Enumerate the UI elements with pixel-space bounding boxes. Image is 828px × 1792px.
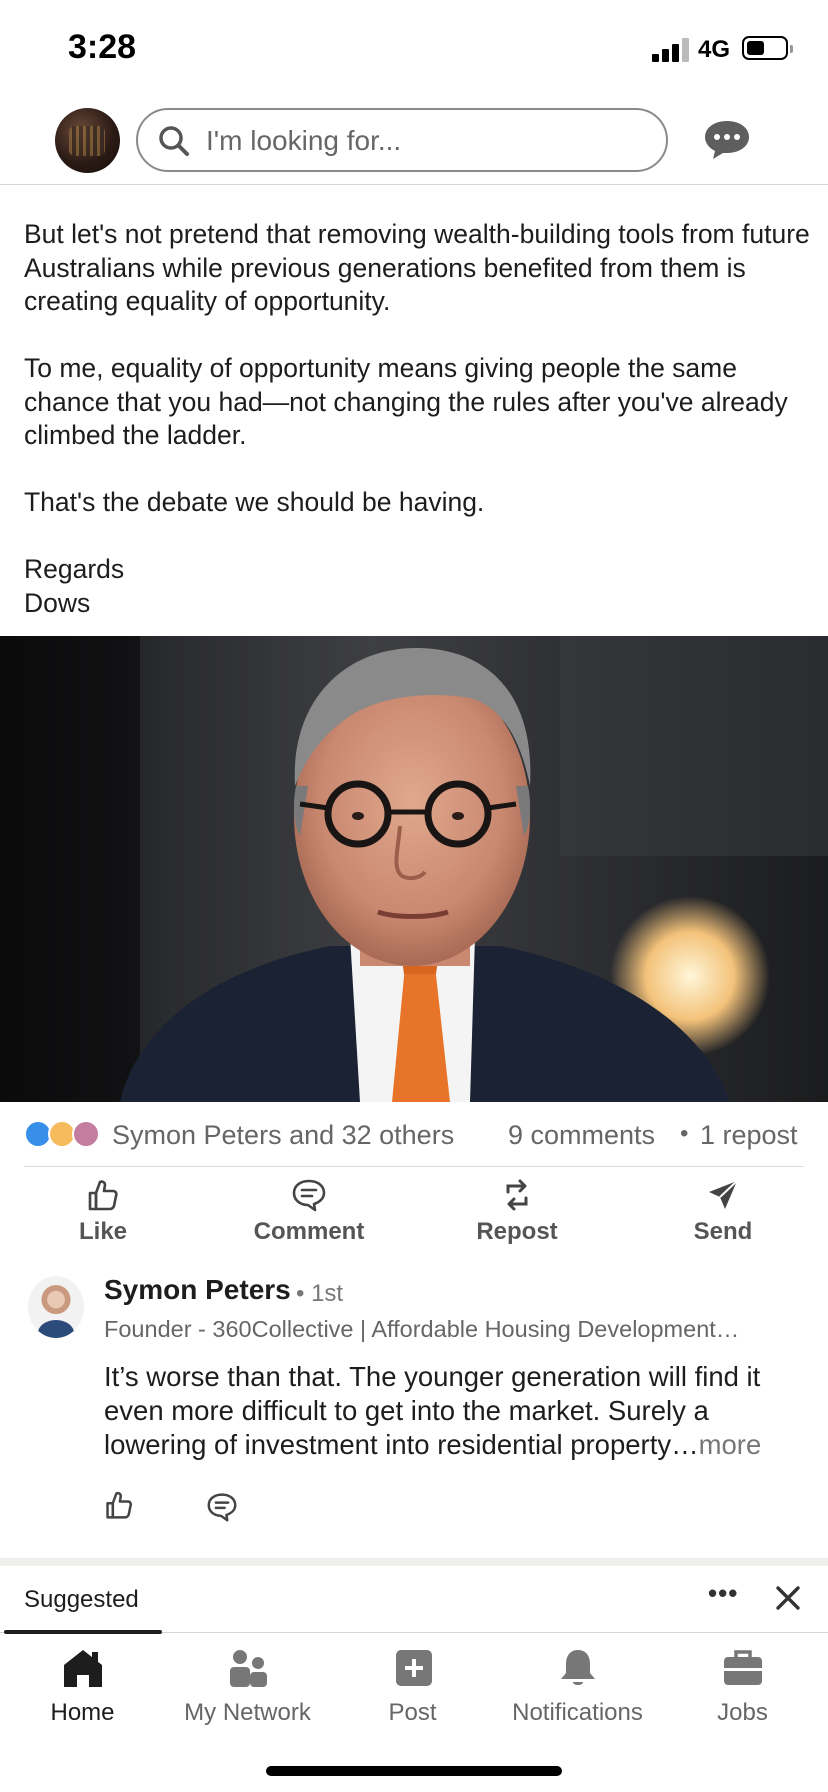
divider xyxy=(24,1166,804,1167)
network-icon xyxy=(229,1650,267,1687)
signal-icon xyxy=(652,38,692,62)
suggested-label: Suggested xyxy=(24,1586,139,1613)
bell-icon xyxy=(560,1650,595,1685)
tab-post[interactable]: Post xyxy=(330,1647,495,1727)
active-tab-indicator xyxy=(4,1630,162,1634)
tab-my-network[interactable]: My Network xyxy=(165,1647,330,1727)
top-bar: I'm looking for... xyxy=(0,100,828,185)
post-body: But let's not pretend that removing weal… xyxy=(24,218,814,620)
feed-separator xyxy=(0,1558,828,1566)
post-signoff: Regards xyxy=(24,554,125,584)
more-options-icon[interactable]: ••• xyxy=(708,1578,738,1609)
post-actions: Like Comment Repost Send xyxy=(0,1172,828,1272)
comment-like-icon[interactable] xyxy=(104,1490,134,1520)
home-icon xyxy=(63,1650,102,1687)
add-post-icon xyxy=(395,1650,432,1686)
counts-separator: • xyxy=(680,1120,689,1147)
network-type: 4G xyxy=(698,36,731,63)
tab-post-label: Post xyxy=(388,1699,437,1726)
commenter-name[interactable]: Symon Peters xyxy=(104,1274,291,1306)
post-signature: Dows xyxy=(24,587,91,618)
comment-button[interactable]: Comment xyxy=(234,1178,384,1246)
reposts-count[interactable]: 1 repost xyxy=(700,1120,798,1151)
social-counts[interactable]: Symon Peters and 32 others 9 comments • … xyxy=(0,1102,828,1166)
send-label: Send xyxy=(693,1218,753,1245)
see-more-link[interactable]: more xyxy=(699,1429,762,1460)
profile-avatar[interactable] xyxy=(55,108,120,173)
support-reaction-icon xyxy=(72,1120,100,1148)
search-icon xyxy=(159,126,189,156)
like-label: Like xyxy=(78,1218,128,1245)
comment-reply-icon[interactable] xyxy=(206,1492,238,1522)
commenter-headline: Founder - 360Collective | Affordable Hou… xyxy=(104,1316,740,1342)
search-placeholder: I'm looking for... xyxy=(206,125,402,156)
search-bar[interactable]: I'm looking for... xyxy=(136,108,668,172)
connection-degree: • 1st xyxy=(296,1280,344,1307)
comment-label: Comment xyxy=(253,1218,365,1245)
commenter-avatar[interactable] xyxy=(28,1276,84,1338)
reaction-icons xyxy=(24,1120,106,1150)
post-paragraph: To me, equality of opportunity means giv… xyxy=(24,353,788,450)
comment-body: It’s worse than that. The younger genera… xyxy=(104,1361,761,1460)
status-time: 3:28 xyxy=(68,28,137,66)
portrait-illustration xyxy=(0,636,828,1102)
post-image[interactable] xyxy=(0,636,828,1102)
send-button[interactable]: Send xyxy=(648,1178,798,1246)
tab-notifications[interactable]: Notifications xyxy=(495,1647,660,1727)
battery-icon xyxy=(742,36,793,60)
tab-home-label: Home xyxy=(50,1699,115,1726)
thumbs-up-icon xyxy=(88,1180,118,1211)
comment-icon xyxy=(292,1179,326,1212)
tab-home[interactable]: Home xyxy=(0,1647,165,1727)
repost-icon xyxy=(506,1179,528,1211)
post-paragraph: But let's not pretend that removing weal… xyxy=(24,219,810,316)
reactions-count[interactable]: Symon Peters and 32 others xyxy=(112,1120,454,1151)
comment-item: Symon Peters • 1st Founder - 360Collecti… xyxy=(0,1272,828,1558)
tab-jobs[interactable]: Jobs xyxy=(660,1647,825,1727)
briefcase-icon xyxy=(723,1650,762,1685)
close-icon[interactable] xyxy=(772,1582,804,1614)
comments-count[interactable]: 9 comments xyxy=(508,1120,655,1151)
tab-my-network-label: My Network xyxy=(184,1699,311,1726)
send-icon xyxy=(709,1180,738,1209)
home-indicator xyxy=(266,1766,562,1776)
post-paragraph: That's the debate we should be having. xyxy=(24,487,485,517)
like-button[interactable]: Like xyxy=(28,1178,178,1246)
comment-text: It’s worse than that. The younger genera… xyxy=(104,1360,804,1462)
repost-label: Repost xyxy=(476,1218,558,1245)
messaging-icon[interactable] xyxy=(702,118,752,162)
status-bar: 3:28 4G xyxy=(0,0,828,100)
repost-button[interactable]: Repost xyxy=(442,1178,592,1246)
tab-notifications-label: Notifications xyxy=(512,1699,643,1726)
tab-jobs-label: Jobs xyxy=(717,1699,768,1726)
